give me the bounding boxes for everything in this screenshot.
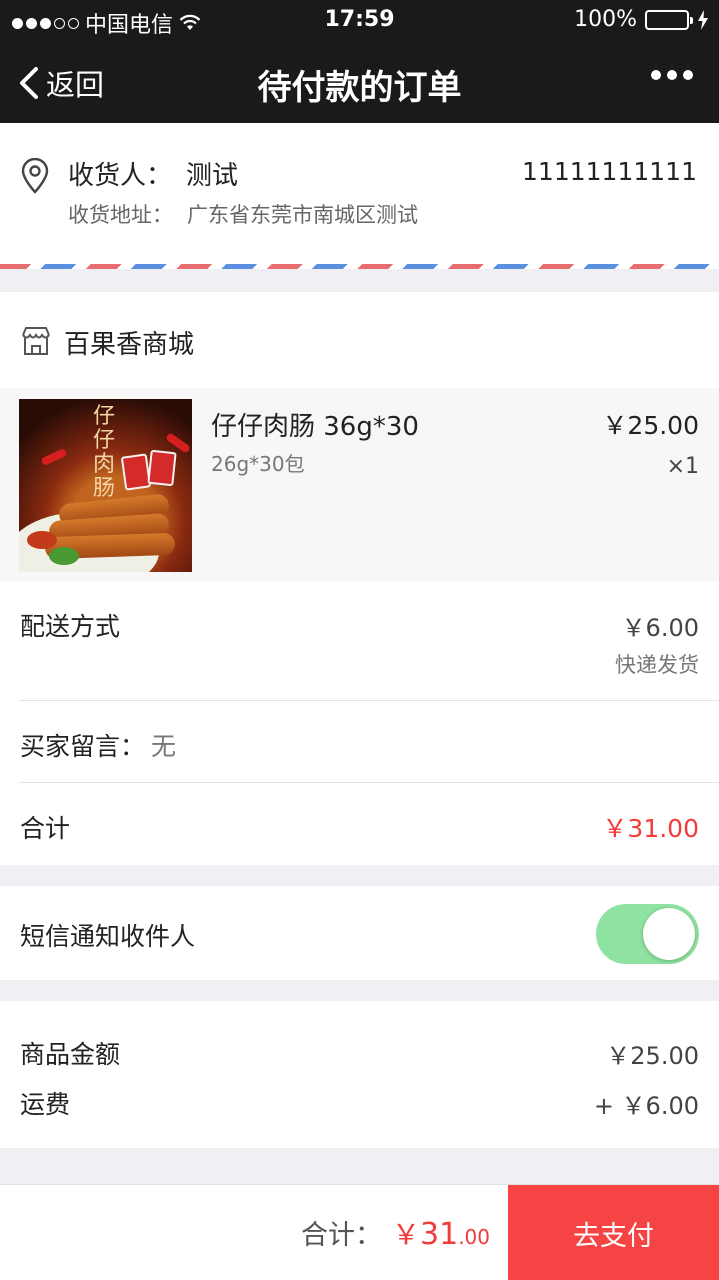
sms-notify-row: 短信通知收件人: [0, 886, 719, 980]
divider: [19, 700, 719, 701]
airmail-border-divider: [0, 264, 719, 269]
amount-summary: 商品金额 ￥25.00 运费 + ￥6.00: [0, 1001, 719, 1148]
shipping-price: ￥6.00: [621, 614, 699, 642]
checkout-bar: 合计： ￥31.00 去支付: [0, 1184, 719, 1280]
location-pin-icon: [21, 158, 49, 194]
product-image-lettering: 仔仔肉肠: [93, 404, 116, 501]
buyer-message-value: 无: [151, 732, 177, 761]
receiver-phone: 11111111111: [522, 157, 697, 186]
battery-percent: 100%: [574, 7, 637, 32]
shipping-method-value: 快递发货: [615, 653, 699, 677]
chevron-left-icon: [20, 67, 38, 99]
back-button[interactable]: 返回: [18, 62, 104, 104]
status-bar: 中国电信 17:59 100%: [0, 0, 719, 40]
page-title: 待付款的订单: [257, 68, 462, 108]
address-card[interactable]: 收货人： 测试 11111111111 收货地址： 广东省东莞市南城区测试: [0, 123, 719, 269]
receiver-name: 测试: [186, 161, 239, 191]
goods-amount-label: 商品金额: [20, 1040, 121, 1069]
divider: [19, 782, 719, 783]
checkout-total-integer: 31: [420, 1217, 459, 1252]
checkout-total-decimal: .00: [458, 1225, 490, 1249]
receiver-name-row: 收货人： 测试: [68, 155, 238, 192]
back-label: 返回: [46, 68, 105, 102]
product-price: ￥25.00: [602, 411, 699, 440]
shop-header[interactable]: 百果香商城: [0, 292, 719, 388]
pay-button[interactable]: 去支付: [508, 1185, 719, 1280]
subtotal-label: 合计: [20, 814, 71, 843]
product-quantity: ×1: [666, 454, 699, 479]
battery-icon: [645, 9, 693, 30]
sms-notify-toggle[interactable]: [596, 904, 699, 964]
address-label: 收货地址：: [68, 203, 173, 227]
subtotal-value: ￥31.00: [602, 814, 699, 843]
freight-label: 运费: [20, 1090, 71, 1119]
receiver-label: 收货人：: [68, 161, 173, 191]
checkout-total-currency: ￥: [391, 1218, 420, 1251]
product-item[interactable]: 仔仔肉肠 仔仔肉肠 36g*30 26g*30包 ￥25.00 ×1: [0, 388, 719, 581]
shipping-method-label: 配送方式: [20, 612, 121, 641]
charging-icon: [698, 9, 708, 30]
shop-name: 百果香商城: [64, 330, 195, 360]
more-options-icon[interactable]: [651, 70, 693, 80]
checkout-total-label: 合计：: [300, 1220, 382, 1251]
battery-info: 100%: [574, 7, 709, 32]
product-image: 仔仔肉肠: [19, 399, 192, 572]
store-icon: [22, 327, 50, 355]
product-spec: 26g*30包: [211, 452, 305, 476]
checkout-total: 合计： ￥31.00: [301, 1213, 490, 1253]
nav-bar: 返回 待付款的订单: [0, 40, 719, 123]
address-value: 广东省东莞市南城区测试: [187, 203, 418, 227]
receiver-address-row: 收货地址： 广东省东莞市南城区测试: [68, 199, 418, 229]
goods-amount-value: ￥25.00: [606, 1042, 699, 1070]
sms-notify-label: 短信通知收件人: [20, 922, 196, 951]
toggle-knob: [643, 908, 695, 960]
buyer-message-label: 买家留言：: [20, 732, 146, 761]
product-name: 仔仔肉肠 36g*30: [211, 412, 419, 442]
freight-value: + ￥6.00: [593, 1092, 699, 1120]
order-details: 配送方式 ￥6.00 快递发货 买家留言：无 合计 ￥31.00: [0, 581, 719, 865]
buyer-message-row[interactable]: 买家留言：无: [20, 727, 176, 763]
